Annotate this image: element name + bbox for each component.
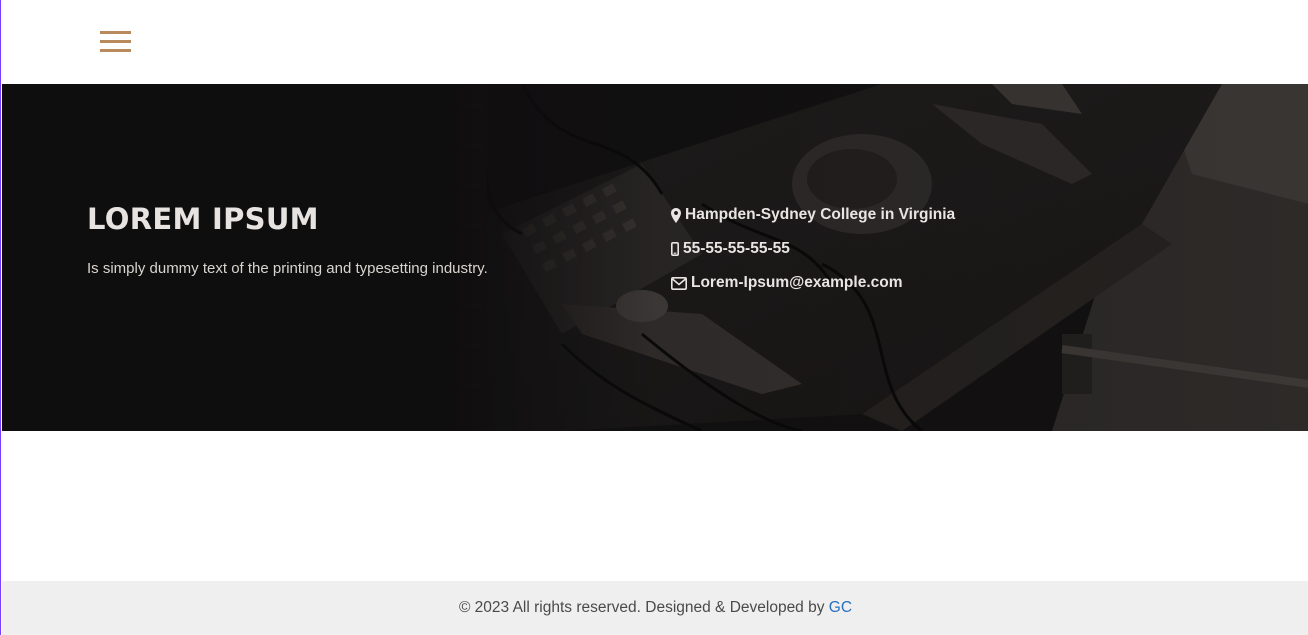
envelope-icon [671, 276, 687, 290]
menu-bar [100, 49, 131, 52]
hero-title: LOREM IPSUM [87, 202, 319, 236]
header [2, 0, 1308, 84]
menu-bar [100, 40, 131, 43]
hero-background-image [2, 84, 1308, 431]
footer-copyright: © 2023 All rights reserved. Designed & D… [458, 599, 825, 616]
mobile-phone-icon [671, 242, 679, 256]
contact-email: Lorem-Ipsum@example.com [671, 274, 903, 292]
contact-phone: 55-55-55-55-55 [671, 240, 790, 258]
map-marker-icon [671, 207, 681, 223]
hero-subtitle: Is simply dummy text of the printing and… [87, 260, 488, 277]
hamburger-menu-icon[interactable] [100, 31, 132, 55]
page: LOREM IPSUM Is simply dummy text of the … [0, 0, 1308, 635]
contact-address: Hampden-Sydney College in Virginia [671, 206, 955, 224]
email-text[interactable]: Lorem-Ipsum@example.com [691, 274, 903, 292]
footer-developer-link[interactable]: GC [829, 599, 852, 616]
hero-section: LOREM IPSUM Is simply dummy text of the … [2, 84, 1308, 431]
address-text: Hampden-Sydney College in Virginia [685, 206, 956, 223]
footer: © 2023 All rights reserved. Designed & D… [2, 581, 1308, 635]
menu-bar [100, 31, 131, 34]
phone-text: 55-55-55-55-55 [683, 240, 790, 257]
